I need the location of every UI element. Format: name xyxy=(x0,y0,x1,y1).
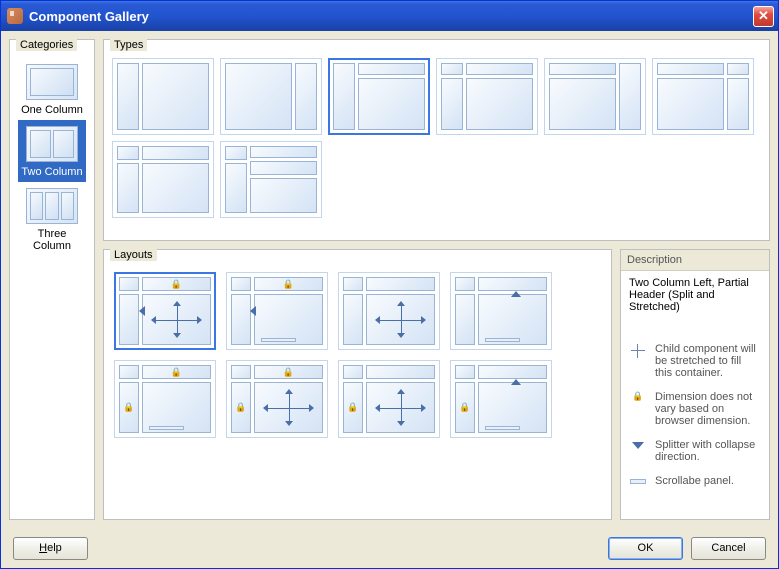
lock-icon: 🔒 xyxy=(235,402,246,413)
lock-icon: 🔒 xyxy=(283,279,294,290)
layout-item-8[interactable]: 🔒 xyxy=(450,360,552,438)
description-title: Two Column Left, Partial Header (Split a… xyxy=(621,271,769,319)
close-button[interactable]: ✕ xyxy=(753,6,774,27)
layout-item-4[interactable] xyxy=(450,272,552,350)
legend-row: 🔒 Dimension does not vary based on browse… xyxy=(629,391,761,427)
legend-row: Scrollabe panel. xyxy=(629,475,761,487)
layout-item-1[interactable]: 🔒 xyxy=(114,272,216,350)
layout-item-2[interactable]: 🔒 xyxy=(226,272,328,350)
titlebar: Component Gallery ✕ xyxy=(1,1,778,31)
category-label: Two Column xyxy=(21,166,82,178)
lock-icon: 🔒 xyxy=(171,279,182,290)
dialog-content: Categories One Column Two Column Three Col… xyxy=(1,31,778,528)
description-panel: Description Two Column Left, Partial Hea… xyxy=(620,249,770,520)
layout-item-3[interactable] xyxy=(338,272,440,350)
category-thumb xyxy=(26,188,78,224)
help-button[interactable]: Help xyxy=(13,537,88,560)
stretch-icon xyxy=(367,383,434,432)
dialog-window: Component Gallery ✕ Categories One Colum… xyxy=(0,0,779,569)
legend-text: Scrollabe panel. xyxy=(655,475,734,487)
lock-icon: 🔒 xyxy=(629,391,647,402)
legend-text: Splitter with collapse direction. xyxy=(655,439,761,463)
lock-icon: 🔒 xyxy=(459,402,470,413)
legend-row: Splitter with collapse direction. xyxy=(629,439,761,463)
type-item-3[interactable] xyxy=(436,58,538,135)
type-item-1[interactable] xyxy=(220,58,322,135)
lock-icon: 🔒 xyxy=(123,402,134,413)
layout-item-7[interactable]: 🔒 xyxy=(338,360,440,438)
layout-item-6[interactable]: 🔒🔒 xyxy=(226,360,328,438)
scrollbar-icon xyxy=(149,426,184,430)
categories-legend: Categories xyxy=(16,39,77,51)
lock-icon: 🔒 xyxy=(171,367,182,378)
scrollbar-icon xyxy=(485,426,520,430)
ok-button[interactable]: OK xyxy=(608,537,683,560)
types-panel: Types xyxy=(103,39,770,241)
cancel-button[interactable]: Cancel xyxy=(691,537,766,560)
description-legend: Description xyxy=(621,250,769,271)
type-item-6[interactable] xyxy=(112,141,214,218)
scroll-icon xyxy=(629,475,647,484)
legend-text: Child component will be stretched to fil… xyxy=(655,343,761,379)
scrollbar-icon xyxy=(261,338,296,342)
layouts-panel: Layouts 🔒🔒🔒🔒🔒🔒🔒🔒 xyxy=(103,249,612,520)
dialog-footer: Help OK Cancel xyxy=(1,528,778,568)
types-legend: Types xyxy=(110,39,147,51)
type-item-7[interactable] xyxy=(220,141,322,218)
app-icon xyxy=(7,8,23,24)
splitter-icon xyxy=(250,306,256,316)
splitter-icon xyxy=(629,439,647,449)
lock-icon: 🔒 xyxy=(347,402,358,413)
category-item-three-column[interactable]: Three Column xyxy=(18,182,86,256)
type-item-4[interactable] xyxy=(544,58,646,135)
legend-text: Dimension does not vary based on browser… xyxy=(655,391,761,427)
type-item-2[interactable] xyxy=(328,58,430,135)
splitter-icon xyxy=(511,379,521,385)
stretch-icon xyxy=(255,383,322,432)
layouts-legend: Layouts xyxy=(110,249,157,261)
category-thumb xyxy=(26,64,78,100)
stretch-icon xyxy=(367,295,434,344)
splitter-icon xyxy=(139,306,145,316)
splitter-icon xyxy=(511,291,521,297)
legend-row: Child component will be stretched to fil… xyxy=(629,343,761,379)
help-label: elp xyxy=(47,542,62,554)
lock-icon: 🔒 xyxy=(283,367,294,378)
stretch-icon xyxy=(629,343,647,359)
categories-panel: Categories One Column Two Column Three Col… xyxy=(9,39,95,520)
window-title: Component Gallery xyxy=(29,9,149,24)
type-item-5[interactable] xyxy=(652,58,754,135)
category-item-two-column[interactable]: Two Column xyxy=(18,120,86,182)
stretch-icon xyxy=(143,295,210,344)
scrollbar-icon xyxy=(485,338,520,342)
category-item-one-column[interactable]: One Column xyxy=(18,58,86,120)
layout-item-5[interactable]: 🔒🔒 xyxy=(114,360,216,438)
category-label: One Column xyxy=(21,104,83,116)
type-item-0[interactable] xyxy=(112,58,214,135)
category-label: Three Column xyxy=(20,228,84,252)
category-thumb xyxy=(26,126,78,162)
